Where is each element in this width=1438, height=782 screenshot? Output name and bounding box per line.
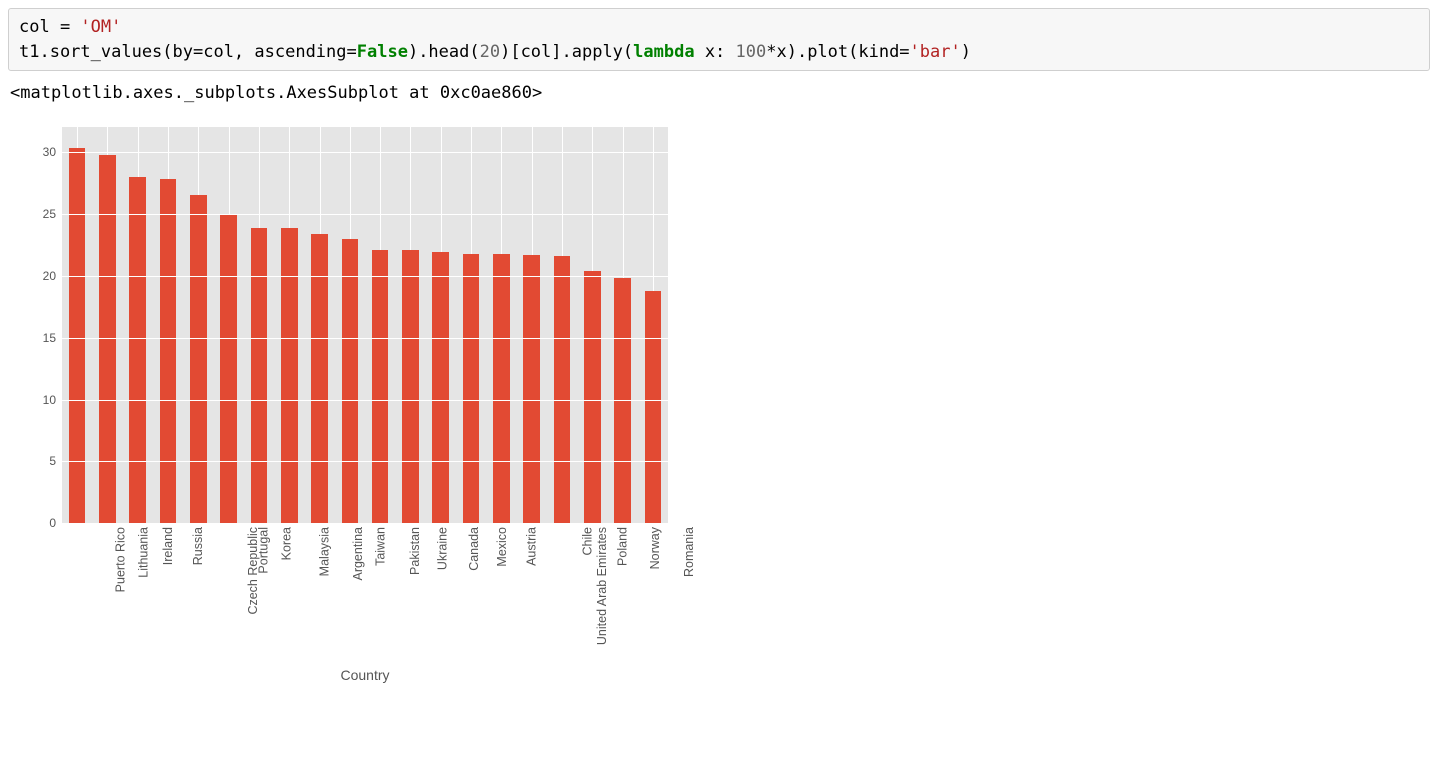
- bar: [311, 234, 328, 524]
- x-tick-label: Mexico: [495, 527, 509, 567]
- bar: [614, 278, 631, 523]
- bar: [402, 250, 419, 523]
- grid-line-h: [62, 400, 668, 401]
- x-tick-label: Malaysia: [318, 527, 332, 576]
- bar: [190, 195, 207, 523]
- x-tick-label: Ireland: [161, 527, 175, 565]
- bar: [281, 228, 298, 524]
- bar: [160, 179, 177, 523]
- code-cell: col = 'OM' t1.sort_values(by=col, ascend…: [8, 8, 1430, 71]
- bar: [342, 239, 359, 524]
- x-tick-label: Lithuania: [137, 527, 151, 578]
- bar: [493, 254, 510, 524]
- grid-line-h: [62, 214, 668, 215]
- bar: [220, 215, 237, 523]
- bar: [432, 252, 449, 523]
- y-tick-label: 20: [43, 269, 56, 283]
- y-tick-label: 5: [49, 454, 56, 468]
- code-line-1: col = 'OM': [19, 17, 121, 37]
- bar: [69, 148, 86, 523]
- x-tick-label: Portugal: [256, 527, 270, 574]
- x-tick-label: Argentina: [350, 527, 364, 581]
- x-tick-label: Austria: [525, 527, 539, 566]
- y-tick-label: 15: [43, 331, 56, 345]
- code-line-2: t1.sort_values(by=col, ascending=False).…: [19, 42, 971, 62]
- grid-line-h: [62, 523, 668, 524]
- bar: [584, 271, 601, 523]
- bar: [251, 228, 268, 524]
- y-tick-label: 25: [43, 207, 56, 221]
- x-tick-label: Pakistan: [408, 527, 422, 575]
- x-tick-label: Ukraine: [436, 527, 450, 570]
- output-repr: <matplotlib.axes._subplots.AxesSubplot a…: [10, 83, 1430, 103]
- bar: [554, 256, 571, 523]
- x-tick-label: Poland: [616, 527, 630, 566]
- x-tick-label: Canada: [467, 527, 481, 571]
- y-tick-label: 0: [49, 516, 56, 530]
- x-tick-label: Norway: [648, 527, 662, 569]
- bar: [463, 254, 480, 524]
- bar: [99, 155, 116, 524]
- chart: 0 5 10 15 20 25 30 Puerto Rico Lithuania Ireland R…: [8, 121, 688, 741]
- bar: [645, 291, 662, 524]
- x-tick-label: Chile: [580, 527, 594, 556]
- x-tick-label: Russia: [191, 527, 205, 565]
- x-tick-label: Korea: [280, 527, 294, 560]
- y-tick-label: 30: [43, 145, 56, 159]
- x-tick-label: Romania: [682, 527, 696, 577]
- grid-line-h: [62, 461, 668, 462]
- x-tick-label: Puerto Rico: [114, 527, 128, 592]
- x-tick-label: Taiwan: [373, 527, 387, 566]
- grid-line-h: [62, 152, 668, 153]
- grid-line-h: [62, 276, 668, 277]
- bars-layer: [62, 127, 668, 523]
- x-tick-label: United Arab Emirates: [595, 527, 609, 645]
- bar: [129, 177, 146, 524]
- y-tick-label: 10: [43, 393, 56, 407]
- grid-line-h: [62, 338, 668, 339]
- plot-area: 051015202530Puerto RicoLithuaniaIrelandR…: [62, 127, 668, 523]
- x-axis-label: Country: [340, 667, 389, 683]
- bar: [372, 250, 389, 523]
- bar: [523, 255, 540, 524]
